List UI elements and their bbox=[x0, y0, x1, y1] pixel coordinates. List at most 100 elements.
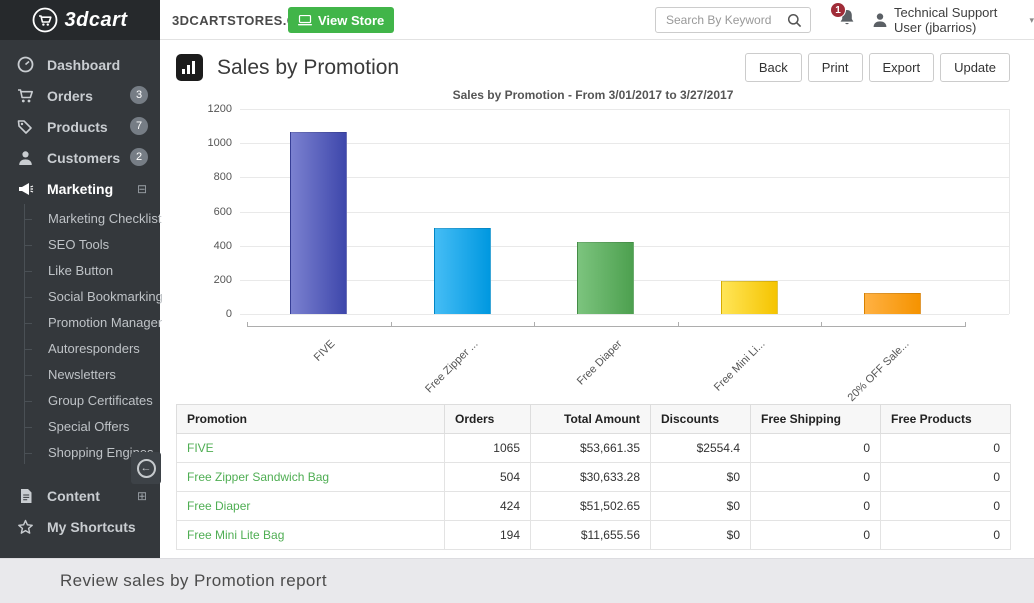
cell-promotion: FIVE bbox=[177, 434, 445, 463]
marketing-submenu: Marketing ChecklistSEO ToolsLike ButtonS… bbox=[0, 204, 160, 470]
cell-discounts: $0 bbox=[651, 492, 751, 521]
sidebar-item-label: Customers bbox=[47, 150, 120, 166]
sidebar-item-label: My Shortcuts bbox=[47, 519, 136, 535]
sidebar-item-label: Orders bbox=[47, 88, 93, 104]
bar-20-off-sale-[interactable] bbox=[864, 293, 921, 314]
column-header-orders: Orders bbox=[445, 405, 531, 434]
customers-count-badge: 2 bbox=[130, 148, 148, 166]
search-icon[interactable] bbox=[787, 10, 807, 30]
sidebar-subitem-social-bookmarking[interactable]: Social Bookmarking bbox=[0, 284, 160, 310]
gridline bbox=[240, 143, 1009, 144]
cart-icon bbox=[17, 88, 34, 104]
y-axis-tick-label: 600 bbox=[178, 206, 232, 218]
orders-count-badge: 3 bbox=[130, 86, 148, 104]
promotions-table: PromotionOrdersTotal AmountDiscountsFree… bbox=[176, 404, 1011, 550]
cell-free-products: 0 bbox=[881, 521, 1011, 550]
bar-free-diaper[interactable] bbox=[577, 242, 634, 314]
y-axis-tick-label: 800 bbox=[178, 171, 232, 183]
sidebar-item-marketing[interactable]: Marketing ⊟ bbox=[0, 173, 160, 204]
notifications-bell[interactable]: 1 bbox=[838, 8, 862, 34]
megaphone-icon bbox=[17, 181, 34, 197]
main-content: Sales by Promotion Back Print Export Upd… bbox=[160, 40, 1034, 603]
promotion-link[interactable]: FIVE bbox=[187, 441, 214, 455]
products-count-badge: 7 bbox=[130, 117, 148, 135]
sidebar-collapse-button[interactable]: ← bbox=[131, 452, 161, 484]
cell-orders: 194 bbox=[445, 521, 531, 550]
sidebar-item-customers[interactable]: Customers 2 bbox=[0, 142, 160, 173]
cell-total-amount: $11,655.56 bbox=[531, 521, 651, 550]
person-icon bbox=[17, 150, 34, 166]
table-row: Free Diaper424$51,502.65$000 bbox=[177, 492, 1011, 521]
gridline bbox=[240, 109, 1009, 110]
monitor-icon bbox=[298, 15, 312, 26]
bar-free-zipper-[interactable] bbox=[434, 228, 491, 314]
user-menu[interactable]: Technical Support User (jbarrios) ▾ bbox=[872, 0, 1034, 40]
sales-chart: Sales by Promotion - From 3/01/2017 to 3… bbox=[176, 88, 1010, 400]
logo-text: 3dcart bbox=[64, 9, 127, 32]
table-row: Free Mini Lite Bag194$11,655.56$000 bbox=[177, 521, 1011, 550]
cell-discounts: $0 bbox=[651, 463, 751, 492]
cell-free-products: 0 bbox=[881, 492, 1011, 521]
update-button[interactable]: Update bbox=[940, 53, 1010, 82]
notification-count-badge[interactable]: 1 bbox=[830, 2, 846, 18]
promotion-link[interactable]: Free Mini Lite Bag bbox=[187, 528, 284, 542]
user-label: Technical Support User (jbarrios) bbox=[894, 5, 1023, 35]
bar-free-mini-li-[interactable] bbox=[721, 281, 778, 314]
x-axis-line bbox=[247, 326, 966, 327]
export-button[interactable]: Export bbox=[869, 53, 935, 82]
y-axis-tick-label: 400 bbox=[178, 240, 232, 252]
table-row: Free Zipper Sandwich Bag504$30,633.28$00… bbox=[177, 463, 1011, 492]
bar-chart-icon bbox=[176, 54, 203, 81]
tags-icon bbox=[17, 119, 34, 135]
expand-section-icon[interactable]: ⊞ bbox=[137, 489, 147, 503]
sidebar-subitem-marketing-checklist[interactable]: Marketing Checklist bbox=[0, 206, 160, 232]
sidebar-subitem-special-offers[interactable]: Special Offers bbox=[0, 414, 160, 440]
chevron-down-icon: ▾ bbox=[1029, 15, 1034, 26]
cell-free-products: 0 bbox=[881, 434, 1011, 463]
table-header-row: PromotionOrdersTotal AmountDiscountsFree… bbox=[177, 405, 1011, 434]
promotion-link[interactable]: Free Zipper Sandwich Bag bbox=[187, 470, 329, 484]
promotion-link[interactable]: Free Diaper bbox=[187, 499, 250, 513]
sidebar-item-label: Marketing bbox=[47, 181, 113, 197]
sidebar-subitem-autoresponders[interactable]: Autoresponders bbox=[0, 336, 160, 362]
y-axis-tick-label: 1200 bbox=[178, 103, 232, 115]
sidebar-subitem-promotion-manager[interactable]: Promotion Manager bbox=[0, 310, 160, 336]
cell-promotion: Free Diaper bbox=[177, 492, 445, 521]
cell-free-products: 0 bbox=[881, 463, 1011, 492]
user-icon bbox=[872, 12, 888, 28]
print-button[interactable]: Print bbox=[808, 53, 863, 82]
table-body: FIVE1065$53,661.35$2554.400Free Zipper S… bbox=[177, 434, 1011, 550]
cell-orders: 504 bbox=[445, 463, 531, 492]
sidebar-item-my-shortcuts[interactable]: My Shortcuts bbox=[0, 511, 160, 542]
collapse-section-icon[interactable]: ⊟ bbox=[137, 182, 147, 196]
back-button[interactable]: Back bbox=[745, 53, 802, 82]
sidebar-item-content[interactable]: Content ⊞ bbox=[0, 480, 160, 511]
sidebar-subitem-newsletters[interactable]: Newsletters bbox=[0, 362, 160, 388]
chart-plot-area: 020040060080010001200FIVEFree Zipper ...… bbox=[240, 109, 1010, 314]
bar-five[interactable] bbox=[290, 132, 347, 314]
star-icon bbox=[17, 519, 34, 535]
logo[interactable]: 3dcart bbox=[0, 0, 160, 40]
view-store-label: View Store bbox=[318, 13, 384, 28]
sidebar-subitem-like-button[interactable]: Like Button bbox=[0, 258, 160, 284]
cart-logo-icon bbox=[32, 7, 58, 33]
view-store-button[interactable]: View Store bbox=[288, 7, 394, 33]
sidebar-item-products[interactable]: Products 7 bbox=[0, 111, 160, 142]
sidebar-subitem-group-certificates[interactable]: Group Certificates bbox=[0, 388, 160, 414]
sidebar-item-label: Products bbox=[47, 119, 108, 135]
document-icon bbox=[17, 488, 34, 504]
y-axis-tick-label: 1000 bbox=[178, 137, 232, 149]
sidebar-item-dashboard[interactable]: Dashboard bbox=[0, 49, 160, 80]
gridline bbox=[240, 177, 1009, 178]
sidebar-subitem-seo-tools[interactable]: SEO Tools bbox=[0, 232, 160, 258]
cell-promotion: Free Mini Lite Bag bbox=[177, 521, 445, 550]
cell-total-amount: $53,661.35 bbox=[531, 434, 651, 463]
cell-free-shipping: 0 bbox=[751, 521, 881, 550]
cell-discounts: $0 bbox=[651, 521, 751, 550]
sidebar-item-orders[interactable]: Orders 3 bbox=[0, 80, 160, 111]
gridline bbox=[240, 212, 1009, 213]
cell-orders: 424 bbox=[445, 492, 531, 521]
cell-promotion: Free Zipper Sandwich Bag bbox=[177, 463, 445, 492]
sidebar-item-label: Content bbox=[47, 488, 100, 504]
chart-title: Sales by Promotion - From 3/01/2017 to 3… bbox=[176, 88, 1010, 102]
